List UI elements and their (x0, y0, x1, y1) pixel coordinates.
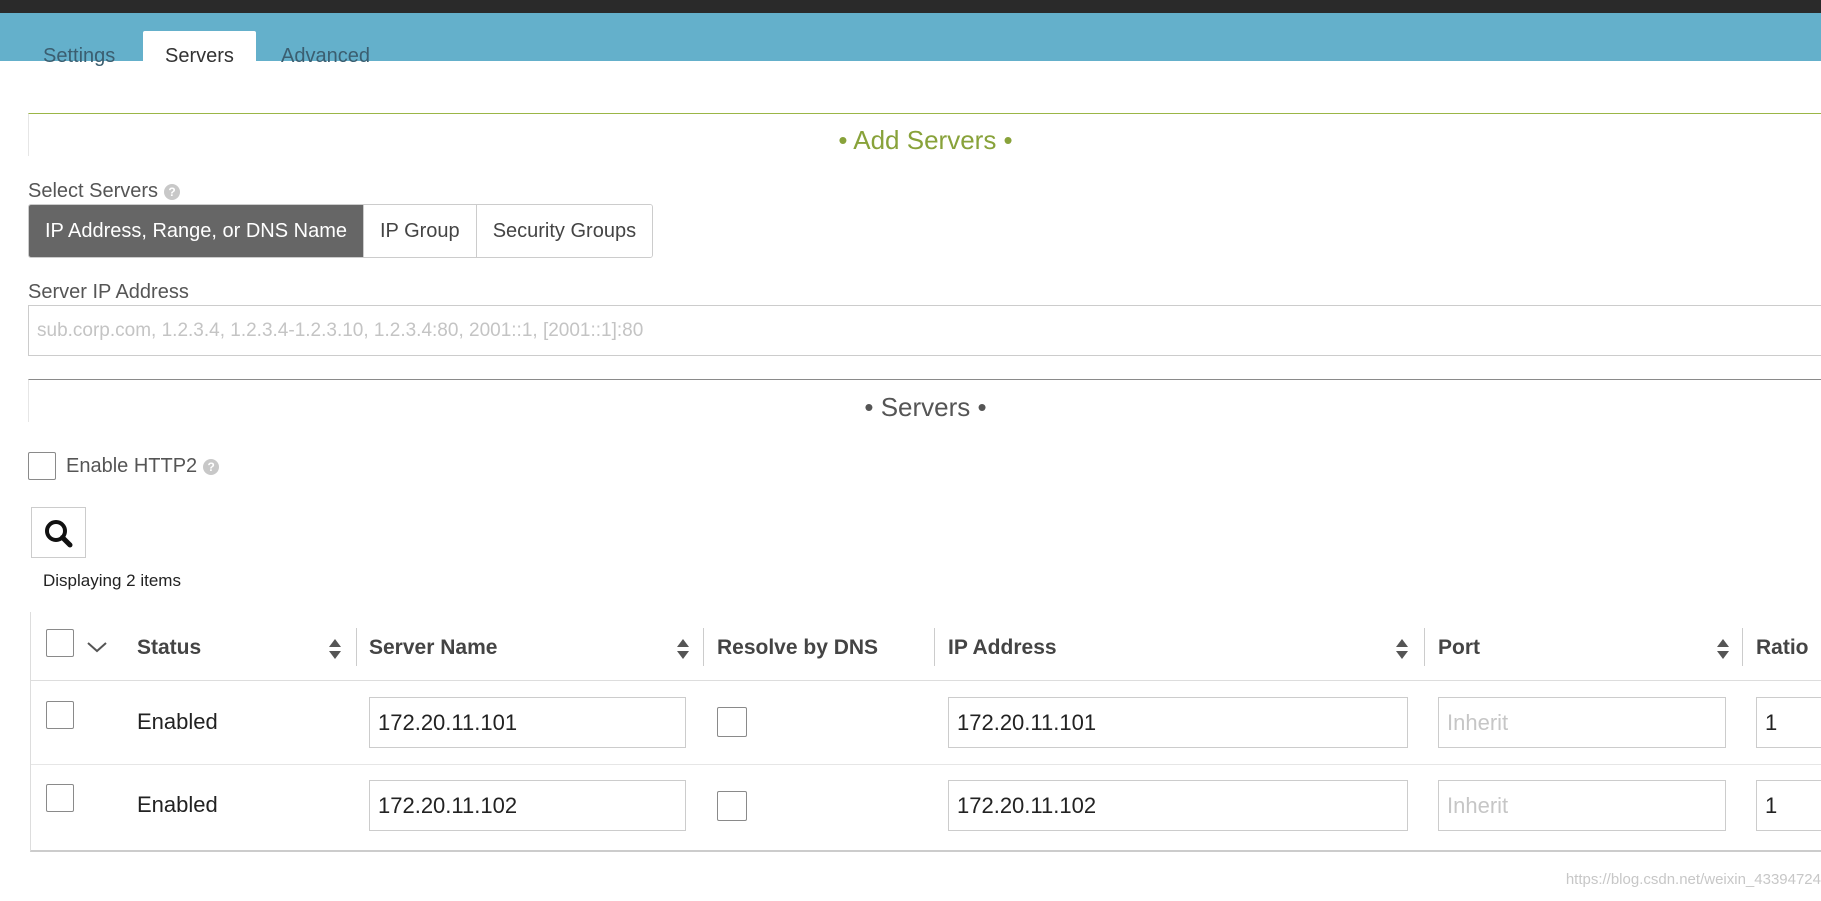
column-header-port[interactable]: Port (1438, 612, 1480, 680)
server-name-input[interactable] (369, 780, 686, 831)
watermark-text: https://blog.csdn.net/weixin_43394724 (1565, 871, 1821, 888)
column-header-status[interactable]: Status (137, 612, 201, 680)
sort-icon[interactable] (329, 639, 341, 659)
enable-http2-label: Enable HTTP2? (66, 455, 220, 478)
server-type-selector: IP Address, Range, or DNS Name IP Group … (28, 204, 654, 258)
segment-security-groups[interactable]: Security Groups (476, 205, 653, 257)
tab-servers[interactable]: Servers (143, 31, 256, 74)
add-servers-section-header: • Add Servers • (28, 113, 1821, 156)
chevron-down-icon[interactable] (86, 640, 108, 654)
select-all-checkbox[interactable] (46, 629, 74, 657)
tab-advanced[interactable]: Advanced (259, 31, 392, 74)
row-select-checkbox[interactable] (46, 701, 74, 729)
ip-address-input[interactable] (948, 780, 1408, 831)
status-text: Enabled (137, 792, 218, 817)
ratio-input[interactable] (1756, 697, 1821, 748)
tab-bar: Settings Servers Advanced (0, 13, 1821, 74)
tab-settings[interactable]: Settings (21, 31, 137, 74)
column-divider (703, 628, 704, 666)
select-servers-label-text: Select Servers (28, 180, 159, 202)
column-divider (1742, 628, 1743, 666)
sort-icon[interactable] (677, 639, 689, 659)
resolve-by-dns-checkbox[interactable] (717, 707, 747, 737)
help-icon[interactable]: ? (164, 183, 181, 200)
column-header-server-name[interactable]: Server Name (369, 612, 497, 680)
port-input[interactable] (1438, 697, 1726, 748)
segment-ip-group[interactable]: IP Group (364, 205, 477, 257)
enable-http2-label-text: Enable HTTP2 (66, 455, 198, 477)
select-servers-label: Select Servers? (28, 180, 181, 203)
help-icon[interactable]: ? (203, 458, 220, 475)
table-row: Enabled (31, 681, 1821, 765)
server-ip-address-input[interactable] (28, 305, 1821, 356)
segment-ip-address-range-dns[interactable]: IP Address, Range, or DNS Name (29, 205, 364, 257)
table-header-row: Status Server Name Resolve by DNS IP Add… (31, 612, 1821, 681)
column-divider (356, 628, 357, 666)
status-text: Enabled (137, 709, 218, 734)
window-top-bar (0, 0, 1821, 13)
servers-section-header: • Servers • (28, 379, 1821, 422)
port-input[interactable] (1438, 780, 1726, 831)
servers-table: Status Server Name Resolve by DNS IP Add… (30, 612, 1821, 852)
row-select-checkbox[interactable] (46, 784, 74, 812)
ratio-input[interactable] (1756, 780, 1821, 831)
sort-icon[interactable] (1396, 639, 1408, 659)
table-row: Enabled (31, 765, 1821, 848)
column-divider (1424, 628, 1425, 666)
servers-title: • Servers • (864, 392, 987, 422)
resolve-by-dns-checkbox[interactable] (717, 791, 747, 821)
ip-address-input[interactable] (948, 697, 1408, 748)
column-header-ip-address[interactable]: IP Address (948, 612, 1057, 680)
column-divider (934, 628, 935, 666)
enable-http2-checkbox[interactable] (28, 452, 56, 480)
server-ip-address-label: Server IP Address (28, 281, 189, 303)
item-count-text: Displaying 2 items (43, 571, 181, 590)
column-header-ratio[interactable]: Ratio (1756, 612, 1809, 680)
column-header-resolve-by-dns[interactable]: Resolve by DNS (717, 612, 878, 680)
server-name-input[interactable] (369, 697, 686, 748)
sort-icon[interactable] (1717, 639, 1729, 659)
add-servers-title: • Add Servers • (838, 125, 1013, 155)
search-button[interactable] (31, 507, 86, 558)
search-icon (45, 520, 73, 548)
